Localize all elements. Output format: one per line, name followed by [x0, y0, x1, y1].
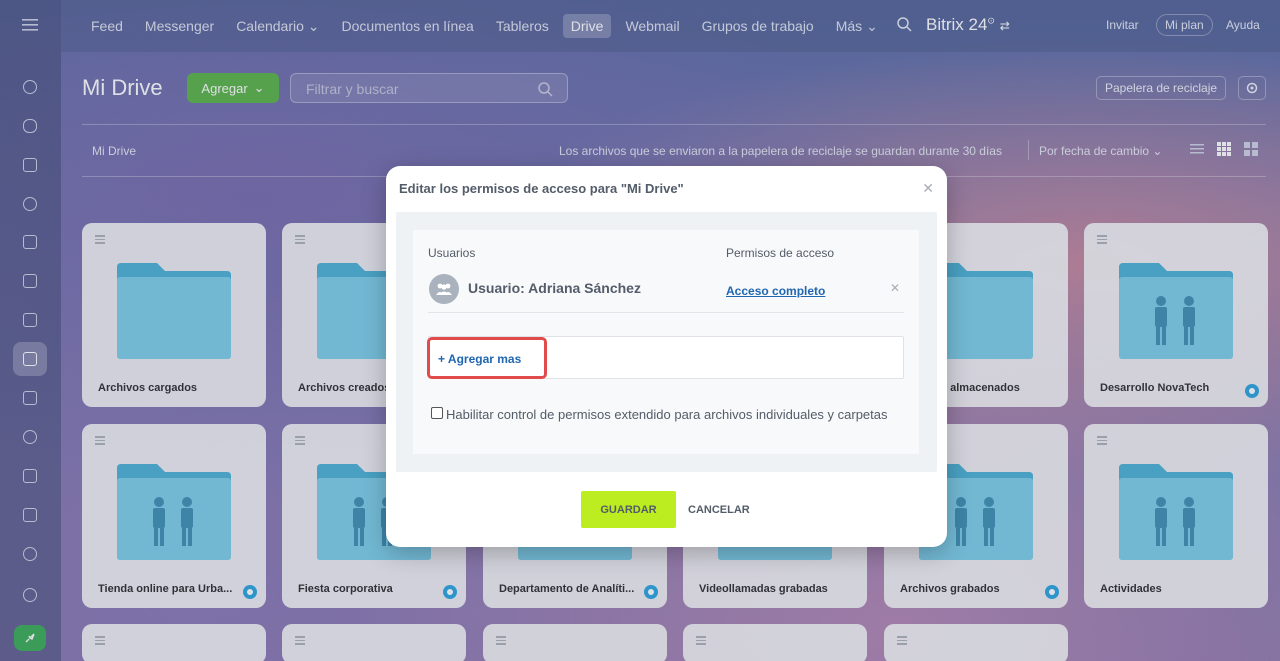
add-more-link[interactable]: + Agregar mas: [438, 352, 521, 366]
close-icon[interactable]: ✕: [922, 180, 934, 197]
user-name: Usuario: Adriana Sánchez: [468, 280, 641, 296]
user-group-icon: [429, 274, 459, 304]
save-button[interactable]: GUARDAR: [581, 491, 676, 528]
extended-permissions-label: Habilitar control de permisos extendido …: [446, 407, 888, 422]
remove-user-icon[interactable]: ✕: [890, 281, 900, 295]
dialog-title: Editar los permisos de acceso para "Mi D…: [399, 181, 684, 196]
extended-permissions-checkbox[interactable]: [431, 407, 443, 419]
cancel-button[interactable]: CANCELAR: [688, 504, 750, 516]
column-header-access: Permisos de acceso: [726, 246, 835, 260]
access-level-link[interactable]: Acceso completo: [726, 284, 825, 298]
column-header-users: Usuarios: [428, 246, 476, 260]
divider: [428, 312, 904, 313]
